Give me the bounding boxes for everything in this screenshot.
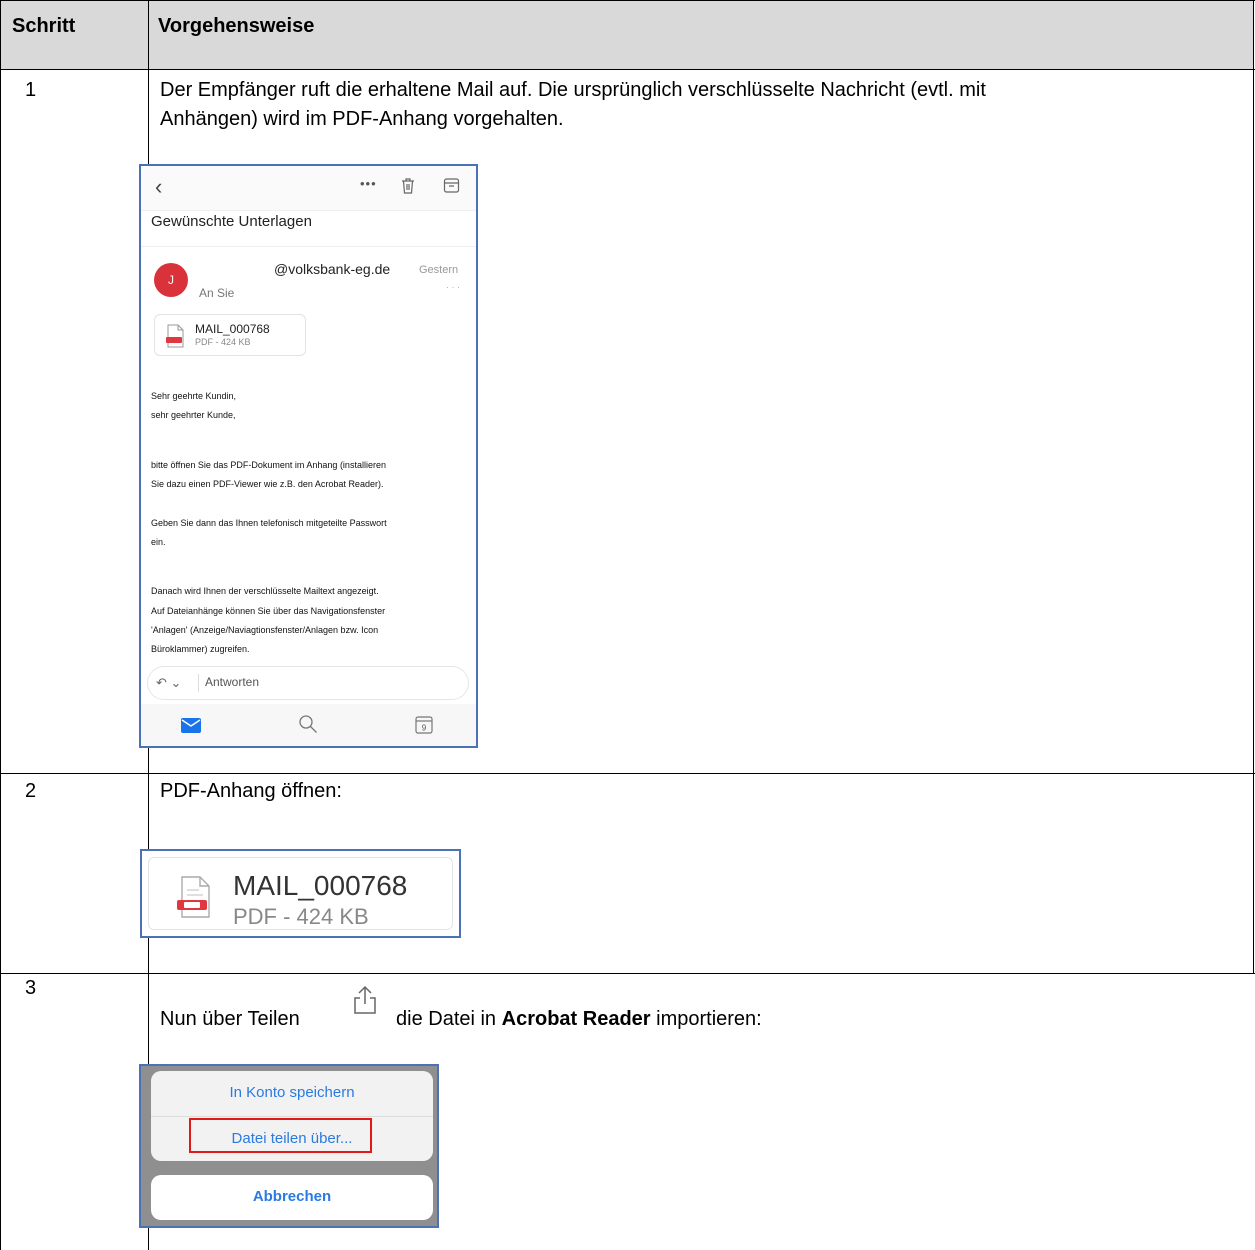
row3-text-bold: Acrobat Reader <box>501 1008 651 1030</box>
grid-line <box>0 0 1255 1</box>
trash-icon[interactable] <box>400 177 416 195</box>
row3-text-before: Nun über Teilen <box>160 1008 300 1030</box>
sender-more[interactable]: · · · <box>446 282 460 292</box>
grid-line <box>1253 0 1254 974</box>
row3-text-middle: die Datei in <box>396 1008 497 1030</box>
row3-text-after: importieren: <box>656 1008 762 1030</box>
mail-body-line: Danach wird Ihnen der verschlüsselte Mai… <box>151 586 379 596</box>
avatar[interactable]: J <box>154 263 188 297</box>
attachment-size: PDF - 424 KB <box>233 904 369 929</box>
row2-text: PDF-Anhang öffnen: <box>160 780 342 802</box>
share-icon <box>354 985 376 1014</box>
header-vorgehensweise: Vorgehensweise <box>158 15 315 37</box>
attachment-name: MAIL_000768 <box>195 322 270 336</box>
mail-date: Gestern <box>419 264 459 276</box>
highlight-box <box>189 1118 372 1153</box>
reply-icon[interactable]: ↶ ⌄ <box>156 675 181 691</box>
reply-label: Antworten <box>205 675 260 689</box>
mail-body-line: 'Anlagen' (Anzeige/Naviagtionsfenster/An… <box>151 625 379 635</box>
row2-step: 2 <box>25 780 37 802</box>
attachment-card-large[interactable]: MAIL_000768 PDF - 424 KB <box>148 857 453 930</box>
sheet-options: In Konto speichern Datei teilen über... <box>151 1071 433 1161</box>
mail-body-line: Geben Sie dann das Ihnen telefonisch mit… <box>151 518 387 528</box>
grid-line <box>0 773 1255 774</box>
share-action-sheet: In Konto speichern Datei teilen über... … <box>139 1064 439 1228</box>
mail-body-line: Sie dazu einen PDF-Viewer wie z.B. den A… <box>151 479 384 489</box>
mail-toolbar: ‹ ••• <box>141 166 476 210</box>
row3-step: 3 <box>25 977 37 999</box>
cancel-label: Abbrechen <box>252 1188 332 1205</box>
search-icon[interactable] <box>298 714 318 734</box>
grid-line <box>0 973 1255 974</box>
mail-subject: Gewünschte Unterlagen <box>151 213 312 230</box>
attachment-name: MAIL_000768 <box>233 870 408 901</box>
row1-step: 1 <box>25 79 37 101</box>
attachment-zoom: MAIL_000768 PDF - 424 KB <box>140 849 461 938</box>
mail-body-line: bitte öffnen Sie das PDF-Dokument im Anh… <box>151 460 386 470</box>
divider <box>141 210 476 211</box>
mail-recipient[interactable]: An Sie <box>199 286 234 300</box>
grid-line <box>0 0 1 1250</box>
attachment-card[interactable]: MAIL_000768 PDF - 424 KB <box>154 314 306 356</box>
pdf-icon <box>166 324 184 348</box>
reply-bar[interactable]: ↶ ⌄ Antworten <box>147 666 469 700</box>
mail-body-line: Auf Dateianhänge können Sie über das Nav… <box>151 606 386 616</box>
mail-icon[interactable] <box>181 718 201 733</box>
row1-text-line1: Der Empfänger ruft die erhaltene Mail au… <box>160 79 986 101</box>
pdf-icon <box>177 876 210 918</box>
mail-body-line: sehr geehrter Kunde, <box>151 410 236 420</box>
grid-line <box>0 69 1255 70</box>
save-to-account-option[interactable]: In Konto speichern <box>151 1084 433 1101</box>
attachment-size: PDF - 424 KB <box>195 337 251 347</box>
calendar-day: 9 <box>422 724 427 733</box>
mail-body-line: Sehr geehrte Kundin, <box>151 391 237 401</box>
bottom-nav: 9 <box>141 704 476 746</box>
mail-body-line: Büroklammer) zugreifen. <box>151 644 250 654</box>
back-icon[interactable]: ‹ <box>155 174 162 200</box>
divider <box>198 674 199 692</box>
more-icon[interactable]: ••• <box>360 176 377 191</box>
divider <box>141 246 476 247</box>
calendar-icon[interactable]: 9 <box>415 715 433 734</box>
cancel-button[interactable]: Abbrechen <box>151 1175 433 1220</box>
mail-sender[interactable]: @volksbank-eg.de <box>274 261 390 277</box>
mail-body-line: ein. <box>151 537 166 547</box>
row1-text-line2: Anhängen) wird im PDF-Anhang vorgehalten… <box>160 108 564 130</box>
header-schritt: Schritt <box>12 15 76 37</box>
row3-text-rest: die Datei in Acrobat Reader importieren: <box>396 1006 762 1033</box>
archive-icon[interactable] <box>443 177 460 194</box>
divider <box>151 1116 433 1117</box>
mail-screenshot: ‹ ••• Gewünschte Unterlagen J @volksbank… <box>139 164 478 748</box>
